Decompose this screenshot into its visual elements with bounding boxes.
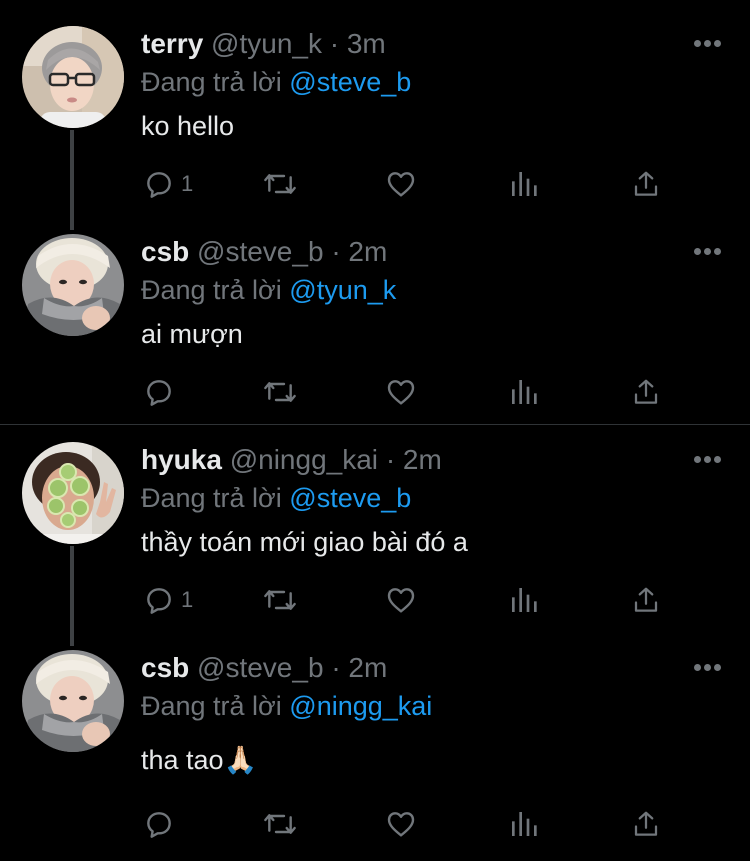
tweet-header: csb @steve_b · 2m (141, 232, 387, 272)
like-icon (387, 172, 415, 197)
mention-link[interactable]: @steve_b (289, 67, 411, 97)
separator-dot: · (331, 236, 341, 267)
user-handle[interactable]: @ningg_kai (230, 444, 378, 475)
replying-to: Đang trả lời @steve_b (141, 64, 411, 100)
timestamp[interactable]: 2m (403, 444, 442, 475)
analytics-icon (512, 812, 537, 836)
mention-link[interactable]: @steve_b (289, 483, 411, 513)
timestamp[interactable]: 2m (348, 236, 387, 267)
separator-dot: · (331, 652, 341, 683)
tweet-header: terry @tyun_k · 3m (141, 24, 386, 64)
like-button[interactable] (385, 580, 417, 620)
share-button[interactable] (631, 804, 661, 844)
timestamp[interactable]: 2m (348, 652, 387, 683)
analytics-button[interactable] (509, 372, 539, 412)
replying-label: Đang trả lời (141, 691, 282, 721)
avatar[interactable] (22, 442, 124, 544)
user-handle[interactable]: @steve_b (197, 652, 324, 683)
like-button[interactable] (385, 804, 417, 844)
tweet[interactable]: terry @tyun_k · 3m Đang trả lời @steve_b… (0, 24, 750, 214)
reply-button[interactable]: 1 (143, 580, 193, 620)
display-name[interactable]: csb (141, 652, 189, 683)
tweet-text-body: tha tao (141, 745, 224, 775)
like-button[interactable] (385, 372, 417, 412)
like-icon (387, 380, 415, 405)
retweet-button[interactable] (262, 580, 298, 620)
analytics-button[interactable] (509, 164, 539, 204)
reply-icon (147, 380, 171, 406)
like-icon (387, 812, 415, 837)
display-name[interactable]: hyuka (141, 444, 222, 475)
retweet-icon (264, 590, 296, 610)
replying-to: Đang trả lời @steve_b (141, 480, 411, 516)
analytics-button[interactable] (509, 804, 539, 844)
replying-label: Đang trả lời (141, 275, 282, 305)
more-options-icon[interactable] (694, 40, 722, 48)
reply-count: 1 (181, 171, 194, 196)
praying-hands-emoji: 🙏🏻 (223, 745, 258, 776)
replying-to: Đang trả lời @ningg_kai (141, 688, 432, 724)
display-name[interactable]: csb (141, 236, 189, 267)
reply-icon (147, 588, 171, 614)
replying-label: Đang trả lời (141, 67, 282, 97)
share-icon (634, 171, 658, 196)
retweet-icon (264, 382, 296, 402)
more-options-icon[interactable] (694, 456, 722, 464)
reply-button[interactable] (143, 372, 181, 412)
action-bar (0, 372, 750, 412)
mention-link[interactable]: @ningg_kai (289, 691, 432, 721)
display-name[interactable]: terry (141, 28, 203, 59)
separator-dot: · (385, 444, 396, 475)
retweet-icon (264, 174, 296, 194)
tweet-text: ko hello (141, 111, 235, 141)
retweet-icon (264, 814, 296, 834)
tweet[interactable]: csb @steve_b · 2m Đang trả lời @tyun_k a… (0, 232, 750, 422)
reply-button[interactable] (143, 804, 181, 844)
retweet-button[interactable] (262, 372, 298, 412)
thread-divider (0, 424, 750, 425)
avatar[interactable] (22, 650, 124, 752)
avatar[interactable] (22, 234, 124, 336)
action-bar: 1 (0, 164, 750, 204)
avatar[interactable] (22, 26, 124, 128)
tweet-text: thầy toán mới giao bài đó a (141, 527, 468, 557)
tweet[interactable]: hyuka @ningg_kai · 2m Đang trả lời @stev… (0, 440, 750, 630)
mention-link[interactable]: @tyun_k (289, 275, 396, 305)
tweet-text: ai mượn (141, 319, 243, 349)
user-handle[interactable]: @tyun_k (211, 28, 322, 59)
like-icon (387, 588, 415, 613)
more-options-icon[interactable] (694, 248, 722, 256)
share-icon (634, 587, 658, 612)
replying-label: Đang trả lời (141, 483, 282, 513)
share-icon (634, 811, 658, 836)
user-handle[interactable]: @steve_b (197, 236, 324, 267)
tweet-header: csb @steve_b · 2m (141, 648, 387, 688)
more-options-icon[interactable] (694, 664, 722, 672)
timestamp[interactable]: 3m (347, 28, 386, 59)
share-icon (634, 379, 658, 404)
tweet[interactable]: csb @steve_b · 2m Đang trả lời @ningg_ka… (0, 648, 750, 848)
retweet-button[interactable] (262, 804, 298, 844)
tweet-text: tha tao🙏🏻 (141, 740, 257, 780)
share-button[interactable] (631, 580, 661, 620)
analytics-icon (512, 172, 537, 196)
action-bar: 1 (0, 580, 750, 620)
like-button[interactable] (385, 164, 417, 204)
reply-icon (147, 812, 171, 838)
retweet-button[interactable] (262, 164, 298, 204)
analytics-icon (512, 380, 537, 404)
action-bar (0, 804, 750, 844)
reply-count: 1 (181, 587, 194, 612)
reply-button[interactable]: 1 (143, 164, 193, 204)
replying-to: Đang trả lời @tyun_k (141, 272, 396, 308)
analytics-button[interactable] (509, 580, 539, 620)
analytics-icon (512, 588, 537, 612)
share-button[interactable] (631, 164, 661, 204)
share-button[interactable] (631, 372, 661, 412)
reply-icon (147, 172, 171, 198)
tweet-header: hyuka @ningg_kai · 2m (141, 440, 442, 480)
separator-dot: · (329, 28, 340, 59)
